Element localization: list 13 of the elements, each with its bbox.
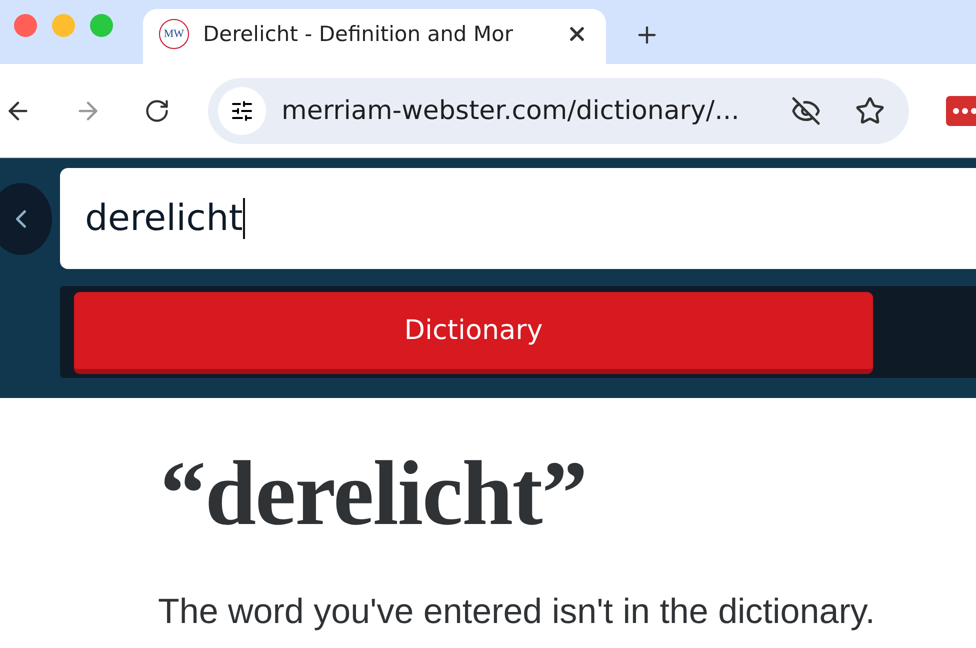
browser-tab[interactable]: MW Derelicht - Definition and Mor <box>143 9 606 64</box>
site-settings-icon[interactable] <box>218 86 266 134</box>
search-term-heading: “derelicht” <box>160 441 588 546</box>
extension-icon[interactable] <box>946 96 976 126</box>
search-field[interactable]: derelicht <box>60 168 976 269</box>
address-bar[interactable]: merriam-webster.com/dictionary/... <box>208 78 910 144</box>
tab-title: Derelicht - Definition and Mor <box>203 22 514 46</box>
star-icon[interactable] <box>855 96 886 126</box>
eye-slash-icon[interactable] <box>791 96 822 126</box>
dictionary-tab[interactable]: Dictionary <box>74 292 873 374</box>
not-found-message: The word you've entered isn't in the dictionary. <box>158 592 876 632</box>
site-favicon: MW <box>159 18 189 48</box>
url-text: merriam-webster.com/dictionary/... <box>282 96 740 126</box>
